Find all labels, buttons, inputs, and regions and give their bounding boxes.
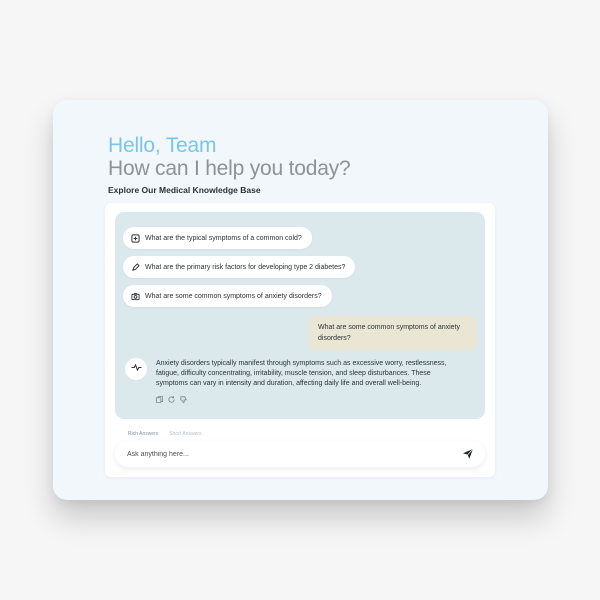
pencil-icon: [131, 262, 140, 272]
suggestion-chip-cold[interactable]: What are the typical symptoms of a commo…: [123, 227, 312, 249]
suggestion-chip-diabetes[interactable]: What are the primary risk factors for de…: [123, 256, 356, 278]
copy-icon[interactable]: [155, 395, 164, 404]
chat-panel: What are the typical symptoms of a commo…: [105, 203, 495, 477]
suggestion-label: What are some common symptoms of anxiety…: [145, 292, 322, 300]
thumbs-down-icon[interactable]: [179, 395, 188, 404]
user-message: What are some common symptoms of anxiety…: [309, 316, 477, 350]
message-actions: [155, 395, 188, 404]
greeting-hello: Hello, Team: [108, 134, 217, 157]
bot-avatar: [125, 358, 147, 380]
plus-square-icon: [131, 233, 140, 243]
suggestion-label: What are the primary risk factors for de…: [145, 263, 346, 271]
mode-rich-answers[interactable]: Rich Answers: [128, 431, 158, 437]
greeting-subtitle: How can I help you today?: [108, 157, 351, 180]
suggestion-chip-anxiety[interactable]: What are some common symptoms of anxiety…: [123, 285, 332, 307]
mode-short-answers[interactable]: Short Answers: [169, 431, 201, 437]
refresh-icon[interactable]: [167, 395, 176, 404]
bot-message: Anxiety disorders typically manifest thr…: [156, 360, 447, 387]
ask-input[interactable]: [127, 446, 437, 462]
suggestion-label: What are the typical symptoms of a commo…: [145, 234, 302, 242]
pulse-icon: [130, 360, 142, 378]
camera-icon: [131, 292, 140, 301]
explore-heading: Explore Our Medical Knowledge Base: [108, 185, 261, 195]
chat-area: What are the typical symptoms of a commo…: [115, 212, 485, 419]
assistant-card: Hello, Team How can I help you today? Ex…: [53, 100, 548, 500]
composer: [115, 441, 485, 467]
send-icon[interactable]: [462, 448, 474, 460]
answer-mode-toggle: Rich Answers Short Answers: [128, 431, 202, 437]
